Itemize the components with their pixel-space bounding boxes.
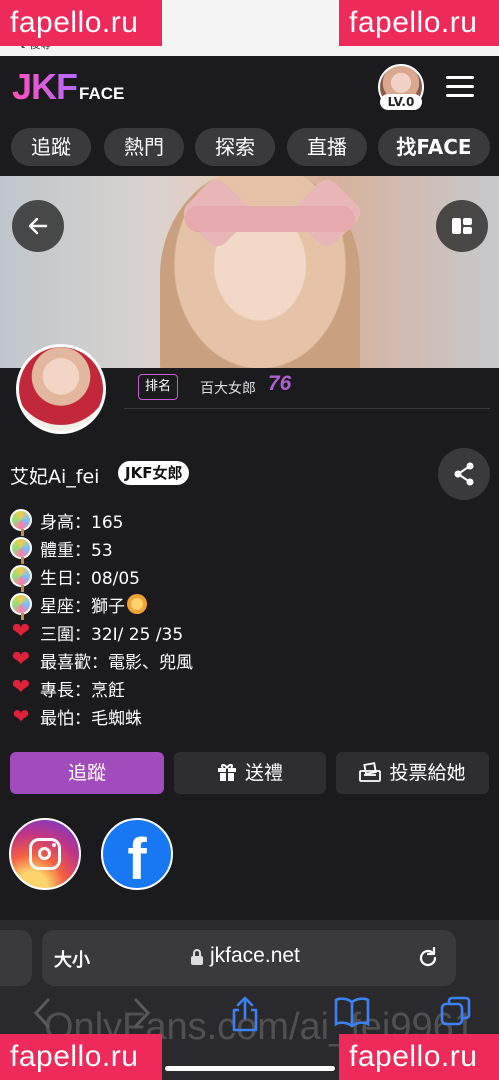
hamburger-menu-icon[interactable] bbox=[446, 76, 474, 98]
broken-heart-icon: ❤ bbox=[12, 704, 30, 728]
tab-follow[interactable]: 追蹤 bbox=[11, 128, 91, 166]
share-icon bbox=[454, 462, 474, 486]
main-nav: 追蹤 熱門 探索 直播 找FACE bbox=[0, 128, 499, 168]
facebook-link[interactable]: f bbox=[101, 818, 173, 892]
detail-text: 專長：烹飪 bbox=[40, 680, 125, 701]
user-level-badge: LV.0 bbox=[380, 94, 422, 110]
detail-text: 生日：08/05 bbox=[40, 568, 140, 589]
vote-button[interactable]: 投票給她 bbox=[336, 752, 489, 794]
detail-row: ❤ 三圍：32I/ 25 /35 bbox=[10, 618, 193, 646]
profile-avatar[interactable] bbox=[16, 344, 106, 434]
home-indicator bbox=[165, 1066, 335, 1071]
facebook-icon: f bbox=[127, 827, 147, 892]
detail-row: 身高：165 bbox=[10, 506, 193, 536]
profile-name: 艾妃Ai_fei bbox=[10, 466, 100, 488]
layout-toggle-button[interactable] bbox=[436, 200, 488, 252]
rank-category: 百大女郎 bbox=[200, 381, 256, 397]
rank-label: 排名 bbox=[138, 374, 178, 400]
detail-row: ❤ 最怕：毛蜘蛛 bbox=[10, 702, 193, 730]
tab-explore[interactable]: 探索 bbox=[195, 128, 275, 166]
forward-nav-icon[interactable] bbox=[130, 996, 154, 1030]
detail-row: ❤ 專長：烹飪 bbox=[10, 674, 193, 702]
lollipop-icon bbox=[10, 593, 32, 620]
gift-icon bbox=[217, 764, 236, 781]
vote-button-label: 投票給她 bbox=[389, 762, 466, 784]
url-text: jkface.net bbox=[210, 944, 300, 967]
gift-button[interactable]: 送禮 bbox=[174, 752, 326, 794]
jkf-girl-badge: JKF女郎 bbox=[118, 461, 190, 485]
logo-main: JKF bbox=[12, 66, 78, 107]
heart-icon: ❤ bbox=[11, 619, 31, 644]
profile-cover-photo bbox=[0, 176, 499, 368]
lollipop-icon bbox=[10, 537, 32, 564]
detail-text: 最怕：毛蜘蛛 bbox=[40, 708, 142, 729]
instagram-icon bbox=[29, 838, 61, 870]
watermark-top-right: fapello.ru bbox=[339, 0, 499, 46]
detail-row: 星座：獅子 bbox=[10, 590, 193, 620]
lollipop-icon bbox=[10, 565, 32, 592]
gift-button-label: 送禮 bbox=[244, 762, 283, 784]
detail-text: 最喜歡：電影、兜風 bbox=[40, 652, 193, 673]
tabs-icon[interactable] bbox=[440, 996, 472, 1028]
lion-emoji-icon bbox=[127, 594, 147, 614]
share-button[interactable] bbox=[438, 448, 490, 500]
follow-button[interactable]: 追蹤 bbox=[10, 752, 164, 794]
back-nav-icon[interactable] bbox=[30, 996, 54, 1030]
reload-icon[interactable] bbox=[416, 946, 440, 970]
rank-value: 76 bbox=[268, 372, 292, 395]
share-sheet-icon[interactable] bbox=[230, 996, 260, 1032]
back-button[interactable] bbox=[12, 200, 64, 252]
follow-button-label: 追蹤 bbox=[67, 762, 106, 784]
logo-sub: FACE bbox=[79, 84, 125, 103]
detail-row: 體重：53 bbox=[10, 534, 193, 564]
divider bbox=[124, 408, 490, 409]
tab-popular[interactable]: 熱門 bbox=[104, 128, 184, 166]
watermark-bottom-left: fapello.ru bbox=[0, 1034, 162, 1080]
detail-text: 三圍：32I/ 25 /35 bbox=[40, 624, 184, 645]
watermark-bottom-right: fapello.ru bbox=[339, 1034, 499, 1080]
jkf-face-logo[interactable]: JKF FACE bbox=[12, 66, 125, 107]
watermark-top-left: fapello.ru bbox=[0, 0, 162, 46]
detail-text: 身高：165 bbox=[40, 512, 124, 533]
arrow-left-icon bbox=[28, 217, 48, 235]
bookmarks-icon[interactable] bbox=[334, 996, 370, 1028]
heart-icon: ❤ bbox=[11, 647, 31, 672]
detail-row: ❤ 最喜歡：電影、兜風 bbox=[10, 646, 193, 674]
cover-headband bbox=[185, 206, 355, 232]
tab-live[interactable]: 直播 bbox=[287, 128, 367, 166]
address-bar[interactable]: 大小 jkface.net bbox=[42, 930, 456, 986]
tab-find-face[interactable]: 找FACE bbox=[378, 128, 490, 166]
profile-details: 身高：165 體重：53 生日：08/05 星座：獅子 ❤ 三圍：32I/ 25… bbox=[10, 506, 193, 730]
ballot-box-icon bbox=[359, 762, 382, 782]
heart-icon: ❤ bbox=[11, 675, 31, 700]
detail-row: 生日：08/05 bbox=[10, 562, 193, 592]
grid-layout-icon bbox=[452, 218, 472, 234]
app-header: JKF FACE LV.0 bbox=[0, 56, 499, 120]
text-size-button[interactable]: 大小 bbox=[54, 946, 90, 972]
lollipop-icon bbox=[10, 509, 32, 536]
detail-text: 星座：獅子 bbox=[40, 596, 125, 617]
lock-icon bbox=[191, 949, 203, 965]
instagram-link[interactable] bbox=[9, 818, 81, 890]
detail-text: 體重：53 bbox=[40, 540, 113, 561]
previous-tab[interactable] bbox=[0, 930, 32, 986]
